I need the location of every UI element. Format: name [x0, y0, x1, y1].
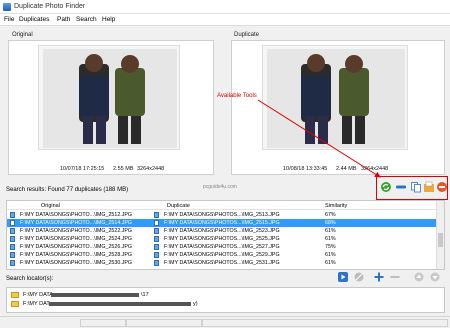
locator-path-suffix: \17 — [141, 292, 149, 298]
file-icon — [154, 244, 159, 250]
refresh-icon[interactable] — [380, 181, 392, 193]
file-icon — [10, 244, 15, 250]
scrollbar-thumb[interactable] — [438, 233, 443, 247]
file-icon — [10, 212, 15, 218]
row-original: F:\MY DATA\SONGS\PHOTO...\IMG_2512.JPG — [20, 212, 133, 218]
table-row[interactable]: F:\MY DATA\SONGS\PHOTO...\IMG_2530.JPG F… — [7, 259, 437, 267]
results-table-header: Original Duplicate Similarity — [7, 201, 444, 210]
stop-icon[interactable] — [354, 272, 364, 282]
status-cell — [202, 319, 448, 327]
file-icon — [154, 260, 159, 266]
status-cell — [126, 319, 202, 327]
redacted-path — [51, 293, 139, 297]
row-duplicate: F:\MY DATA\SONGS\PHOTOS...\IMG_2525.JPG — [164, 236, 280, 242]
file-icon — [154, 220, 159, 226]
file-icon — [154, 236, 159, 242]
search-locators-label: Search locator(s): — [6, 276, 54, 282]
row-similarity: 67% — [325, 212, 336, 218]
search-locators-list: F:\MY DATA \17 F:\MY DAT y) — [6, 287, 445, 313]
locator-path: F:\MY DAT — [23, 301, 50, 307]
folder-icon — [11, 292, 19, 298]
row-similarity: 61% — [325, 260, 336, 266]
status-bar — [0, 316, 450, 328]
row-similarity: 75% — [325, 244, 336, 250]
status-cell — [80, 319, 126, 327]
table-row[interactable]: F:\MY DATA\SONGS\PHOTO...\IMG_2522.JPG F… — [7, 227, 437, 235]
locator-path-suffix: y) — [193, 301, 198, 307]
file-icon — [10, 228, 15, 234]
row-original: F:\MY DATA\SONGS\PHOTO...\IMG_2528.JPG — [20, 252, 133, 258]
table-row[interactable]: F:\MY DATA\SONGS\PHOTO...\IMG_2524.JPG F… — [7, 235, 437, 243]
row-original: F:\MY DATA\SONGS\PHOTO...\IMG_2522.JPG — [20, 228, 133, 234]
table-row[interactable]: F:\MY DATA\SONGS\PHOTO...\IMG_2528.JPG F… — [7, 251, 437, 259]
search-results-label: Search results: Found 77 duplicates (188… — [6, 187, 129, 193]
move-down-icon[interactable] — [430, 272, 440, 282]
row-original: F:\MY DATA\SONGS\PHOTO...\IMG_2526.JPG — [20, 244, 133, 250]
watermark: pcguide4u.com — [203, 184, 237, 190]
move-up-icon[interactable] — [414, 272, 424, 282]
delete-icon[interactable] — [436, 181, 448, 193]
minus-icon[interactable] — [395, 181, 407, 193]
play-icon[interactable] — [338, 272, 348, 282]
results-scrollbar[interactable] — [436, 201, 444, 269]
locator-path: F:\MY DATA — [23, 292, 53, 298]
file-icon — [154, 228, 159, 234]
file-icon — [10, 252, 15, 258]
row-duplicate: F:\MY DATA\SONGS\PHOTOS...\IMG_2529.JPG — [164, 252, 280, 258]
table-row[interactable]: F:\MY DATA\SONGS\PHOTO...\IMG_2512.JPG F… — [7, 211, 437, 219]
file-icon — [10, 220, 15, 226]
row-duplicate: F:\MY DATA\SONGS\PHOTOS...\IMG_2527.JPG — [164, 244, 280, 250]
row-similarity: 61% — [325, 252, 336, 258]
move-icon[interactable] — [423, 181, 435, 193]
file-icon — [10, 236, 15, 242]
col-original[interactable]: Original — [41, 203, 60, 209]
row-duplicate: F:\MY DATA\SONGS\PHOTOS...\IMG_2531.JPG — [164, 260, 280, 266]
col-similarity[interactable]: Similarity — [325, 203, 347, 209]
results-table: Original Duplicate Similarity F:\MY DATA… — [6, 200, 445, 270]
row-similarity: 68% — [325, 220, 336, 226]
row-original: F:\MY DATA\SONGS\PHOTO...\IMG_2530.JPG — [20, 260, 133, 266]
table-row[interactable]: F:\MY DATA\SONGS\PHOTO...\IMG_2526.JPG F… — [7, 243, 437, 251]
col-duplicate[interactable]: Duplicate — [167, 203, 190, 209]
row-duplicate: F:\MY DATA\SONGS\PHOTOS...\IMG_2523.JPG — [164, 228, 280, 234]
row-duplicate: F:\MY DATA\SONGS\PHOTOS...\IMG_2515.JPG — [164, 220, 280, 226]
copy-icon[interactable] — [410, 181, 422, 193]
row-original: F:\MY DATA\SONGS\PHOTO...\IMG_2524.JPG — [20, 236, 133, 242]
add-icon[interactable] — [374, 272, 384, 282]
row-similarity: 61% — [325, 236, 336, 242]
remove-icon[interactable] — [390, 272, 400, 282]
row-duplicate: F:\MY DATA\SONGS\PHOTOS...\IMG_2513.JPG — [164, 212, 280, 218]
row-original: F:\MY DATA\SONGS\PHOTO...\IMG_2514.JPG — [20, 220, 133, 226]
row-similarity: 61% — [325, 228, 336, 234]
file-icon — [154, 212, 159, 218]
redacted-path — [49, 302, 191, 306]
folder-icon — [11, 301, 19, 307]
file-icon — [154, 252, 159, 258]
file-icon — [10, 260, 15, 266]
table-row-selected[interactable]: F:\MY DATA\SONGS\PHOTO...\IMG_2514.JPG F… — [7, 219, 437, 227]
